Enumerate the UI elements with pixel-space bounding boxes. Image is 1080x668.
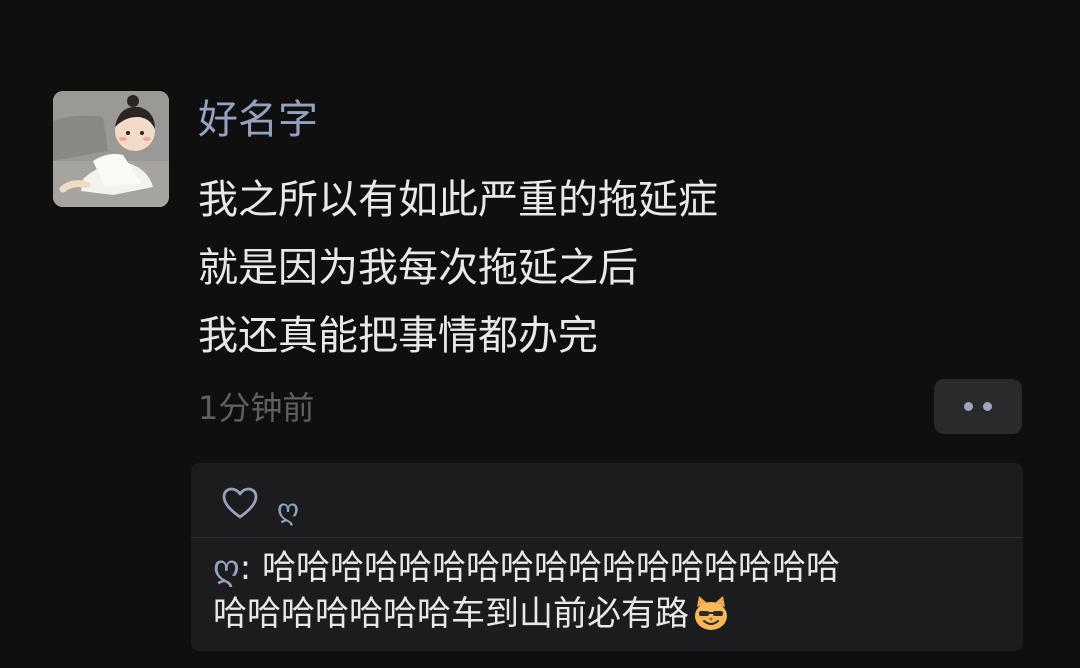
post-content: 我之所以有如此严重的拖延症 就是因为我每次拖延之后 我还真能把事情都办完 [198, 166, 718, 370]
more-dots-icon [983, 402, 992, 411]
likes-row: ღ [221, 481, 299, 526]
grinning-cat-emoji-icon [695, 596, 727, 630]
heart-icon [222, 487, 258, 519]
comment-separator: : [239, 548, 262, 588]
post-author-name[interactable]: 好名字 [198, 92, 318, 148]
comment-item[interactable]: ღ: 哈哈哈哈哈哈哈哈哈哈哈哈哈哈哈哈哈 哈哈哈哈哈哈哈车到山前必有路 [213, 545, 1003, 637]
comment-author[interactable]: ღ [213, 548, 240, 588]
post-text-line: 就是因为我每次拖延之后 [198, 245, 638, 291]
post-timestamp: 1分钟前 [198, 389, 315, 427]
post-text-line: 我还真能把事情都办完 [198, 313, 598, 359]
divider [191, 537, 1023, 538]
comment-text: 哈哈哈哈哈哈哈车到山前必有路 [213, 594, 689, 634]
more-dots-icon [964, 402, 973, 411]
post-text-line: 我之所以有如此严重的拖延症 [198, 177, 718, 223]
likes-comments-panel: ღ ღ: 哈哈哈哈哈哈哈哈哈哈哈哈哈哈哈哈哈 哈哈哈哈哈哈哈车到山前必有路 [191, 463, 1023, 651]
more-options-button[interactable] [934, 379, 1022, 434]
liker-name[interactable]: ღ [277, 493, 299, 526]
comment-text: 哈哈哈哈哈哈哈哈哈哈哈哈哈哈哈哈哈 [262, 548, 840, 588]
avatar-image [53, 91, 169, 207]
avatar[interactable] [53, 91, 169, 207]
